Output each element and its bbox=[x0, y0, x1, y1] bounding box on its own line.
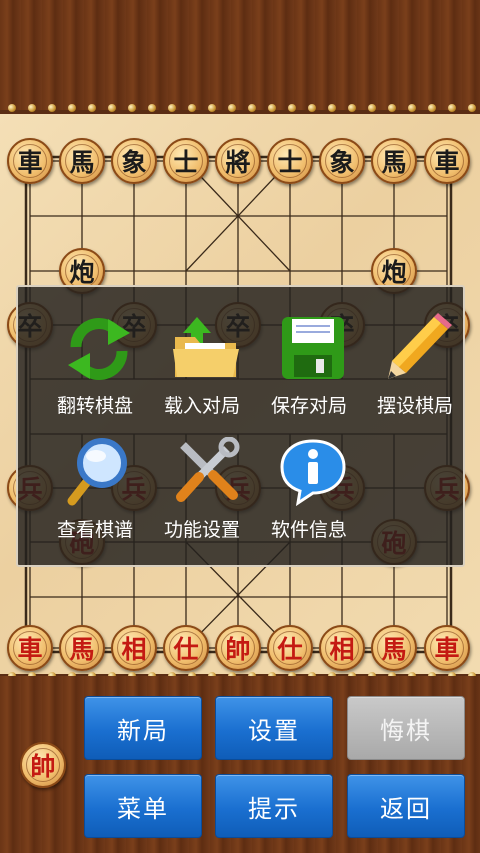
rivet bbox=[188, 104, 196, 112]
menu-flip-board[interactable]: 翻转棋盘 bbox=[40, 313, 150, 423]
magnifier-icon bbox=[67, 438, 127, 506]
menu-setup-board[interactable]: 摆设棋局 bbox=[360, 313, 470, 423]
menu-item-label: 功能设置 bbox=[163, 519, 240, 541]
menu-about[interactable]: 软件信息 bbox=[254, 437, 364, 547]
red-piece[interactable]: 仕 bbox=[267, 625, 313, 671]
turn-indicator-piece: 帥 bbox=[20, 742, 66, 788]
rivet bbox=[108, 104, 116, 112]
undo-button[interactable]: 悔棋 bbox=[347, 696, 465, 760]
top-wood-panel bbox=[0, 0, 480, 110]
rivet bbox=[308, 104, 316, 112]
piece-label: 士 bbox=[277, 148, 303, 177]
piece-label: 象 bbox=[329, 148, 355, 177]
rivet bbox=[68, 104, 76, 112]
rivet bbox=[348, 104, 356, 112]
rivet bbox=[288, 104, 296, 112]
rivet bbox=[88, 104, 96, 112]
black-piece[interactable]: 馬 bbox=[371, 138, 417, 184]
rivet bbox=[248, 104, 256, 112]
piece-label: 仕 bbox=[173, 635, 199, 664]
menu-item-label: 摆设棋局 bbox=[376, 395, 453, 417]
back-button[interactable]: 返回 bbox=[347, 774, 465, 838]
red-piece[interactable]: 相 bbox=[319, 625, 365, 671]
black-piece[interactable]: 車 bbox=[7, 138, 53, 184]
rivet bbox=[268, 104, 276, 112]
piece-label: 象 bbox=[121, 148, 147, 177]
red-piece[interactable]: 相 bbox=[111, 625, 157, 671]
piece-label: 馬 bbox=[381, 635, 407, 664]
info-bubble-icon bbox=[280, 439, 346, 507]
new-game-button[interactable]: 新局 bbox=[84, 696, 202, 760]
rivet bbox=[208, 104, 216, 112]
piece-label: 帥 bbox=[225, 635, 251, 664]
rivet bbox=[388, 104, 396, 112]
rivet bbox=[28, 104, 36, 112]
piece-label: 馬 bbox=[69, 148, 95, 177]
menu-view-record[interactable]: 查看棋谱 bbox=[40, 437, 150, 547]
game-menu-overlay: 翻转棋盘 载入对局 保存对局 摆设棋局 查看棋谱 功能设置 软件信息 bbox=[16, 285, 465, 567]
rivet bbox=[408, 104, 416, 112]
piece-label: 將 bbox=[225, 148, 251, 177]
menu-load-game[interactable]: 载入对局 bbox=[147, 313, 257, 423]
settings-button[interactable]: 设置 bbox=[215, 696, 333, 760]
hint-button[interactable]: 提示 bbox=[215, 774, 333, 838]
rivet bbox=[168, 104, 176, 112]
piece-label: 車 bbox=[434, 635, 460, 664]
menu-item-label: 翻转棋盘 bbox=[56, 395, 133, 417]
red-piece[interactable]: 仕 bbox=[163, 625, 209, 671]
black-piece[interactable]: 馬 bbox=[59, 138, 105, 184]
turn-piece-label: 帥 bbox=[30, 752, 56, 781]
rivet bbox=[468, 104, 476, 112]
rivet bbox=[428, 104, 436, 112]
piece-label: 炮 bbox=[381, 258, 407, 287]
red-piece[interactable]: 馬 bbox=[59, 625, 105, 671]
black-piece[interactable]: 象 bbox=[319, 138, 365, 184]
rivet bbox=[448, 104, 456, 112]
piece-label: 相 bbox=[329, 635, 355, 664]
rivet bbox=[328, 104, 336, 112]
pencil-icon bbox=[388, 313, 452, 379]
top-rivet-strip bbox=[0, 104, 480, 114]
red-piece[interactable]: 馬 bbox=[371, 625, 417, 671]
piece-label: 馬 bbox=[381, 148, 407, 177]
black-piece[interactable]: 象 bbox=[111, 138, 157, 184]
piece-label: 炮 bbox=[69, 258, 95, 287]
menu-settings[interactable]: 功能设置 bbox=[147, 437, 257, 547]
floppy-disk-icon bbox=[282, 317, 344, 379]
piece-label: 馬 bbox=[69, 635, 95, 664]
red-piece[interactable]: 車 bbox=[424, 625, 470, 671]
menu-save-game[interactable]: 保存对局 bbox=[254, 313, 364, 423]
rivet bbox=[128, 104, 136, 112]
rivet bbox=[8, 104, 16, 112]
piece-label: 車 bbox=[434, 148, 460, 177]
tools-icon bbox=[176, 437, 240, 502]
menu-item-label: 软件信息 bbox=[270, 519, 347, 541]
red-piece[interactable]: 車 bbox=[7, 625, 53, 671]
rivet bbox=[148, 104, 156, 112]
piece-label: 車 bbox=[17, 635, 43, 664]
rivet bbox=[228, 104, 236, 112]
black-piece[interactable]: 士 bbox=[267, 138, 313, 184]
red-piece[interactable]: 帥 bbox=[215, 625, 261, 671]
menu-item-label: 保存对局 bbox=[270, 395, 347, 417]
piece-label: 士 bbox=[173, 148, 199, 177]
folder-load-icon bbox=[173, 317, 239, 377]
rivet bbox=[48, 104, 56, 112]
piece-label: 仕 bbox=[277, 635, 303, 664]
black-piece[interactable]: 將 bbox=[215, 138, 261, 184]
piece-label: 車 bbox=[17, 148, 43, 177]
menu-item-label: 查看棋谱 bbox=[56, 519, 133, 541]
menu-button[interactable]: 菜单 bbox=[84, 774, 202, 838]
refresh-arrows-icon bbox=[68, 318, 130, 380]
rivet bbox=[368, 104, 376, 112]
black-piece[interactable]: 車 bbox=[424, 138, 470, 184]
menu-item-label: 载入对局 bbox=[163, 395, 240, 417]
black-piece[interactable]: 士 bbox=[163, 138, 209, 184]
piece-label: 相 bbox=[121, 635, 147, 664]
